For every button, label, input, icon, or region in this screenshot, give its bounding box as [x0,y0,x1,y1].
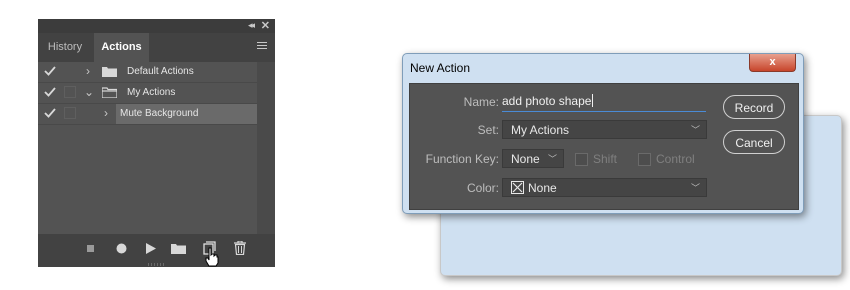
dialog-toggle-icon[interactable] [64,86,76,98]
dialog-body: Name: add photo shape Set: My Actions ﹀ … [409,83,799,210]
new-action-dialog: New Action x Name: add photo shape Set: … [402,53,804,214]
cancel-button[interactable]: Cancel [723,130,785,154]
set-select-value: My Actions [511,123,570,137]
function-key-label: Function Key: [425,152,499,166]
list-item-my-actions[interactable]: ⌄ My Actions [38,83,257,104]
actions-list: › Default Actions ⌄ My Actions › Mute Ba… [38,62,842,276]
collapse-icon[interactable]: ◂◂ [248,20,255,31]
set-select[interactable]: My Actions ﹀ [502,120,707,139]
open-folder-icon [102,87,117,98]
stop-icon[interactable] [87,245,95,253]
resize-grip[interactable] [148,263,164,266]
shift-label: Shift [593,152,618,166]
chevron-down-icon: ﹀ [690,183,700,193]
shift-checkbox[interactable] [575,153,588,166]
tab-actions[interactable]: Actions [94,33,149,62]
chevron-right-icon[interactable]: › [104,106,108,120]
close-icon[interactable]: ✕ [261,19,270,32]
actions-panel: ◂◂ ✕ History Actions › Default Actions ⌄ [38,19,842,276]
folder-icon [102,67,117,77]
checkmark-icon[interactable] [44,86,56,98]
name-label: Name: [463,95,499,109]
hand-cursor-icon [205,247,219,267]
tab-history[interactable]: History [38,33,92,62]
chevron-down-icon: ﹀ [547,154,557,164]
name-input-value: add photo shape [502,94,592,108]
chevron-down-icon: ﹀ [690,125,700,135]
list-item-mute-background[interactable]: › Mute Background [38,104,257,125]
checkmark-icon[interactable] [44,107,56,119]
dialog-title: New Action [410,61,471,75]
color-label: Color: [466,181,499,195]
panel-menu-icon[interactable] [257,42,267,52]
function-key-value: None [511,152,540,166]
trash-icon[interactable] [234,241,246,255]
chevron-right-icon[interactable]: › [86,64,90,78]
color-select[interactable]: None ﹀ [502,178,707,197]
control-label: Control [656,152,695,166]
panel-title-bar: ◂◂ ✕ [38,19,275,33]
name-input[interactable]: add photo shape [502,92,706,112]
list-item-label: My Actions [127,87,176,98]
panel-tabs: History Actions [38,33,275,62]
list-item-label: Mute Background [120,108,199,119]
checkmark-icon[interactable] [44,65,56,77]
play-icon[interactable] [146,243,156,254]
scrollbar[interactable] [257,62,275,234]
chevron-down-icon[interactable]: ⌄ [84,85,94,99]
new-set-icon[interactable] [171,243,186,254]
function-key-select[interactable]: None ﹀ [502,149,564,168]
dialog-close-button[interactable]: x [749,54,796,72]
panel-toolbar [38,234,275,267]
list-item-label: Default Actions [127,66,194,77]
record-icon[interactable] [116,243,127,254]
set-label: Set: [477,123,499,137]
list-item-default-actions[interactable]: › Default Actions [38,62,842,276]
color-select-value: None [528,181,557,195]
record-button[interactable]: Record [723,95,785,119]
dialog-toggle-icon[interactable] [64,107,76,119]
no-color-icon [511,181,524,194]
control-checkbox[interactable] [638,153,651,166]
